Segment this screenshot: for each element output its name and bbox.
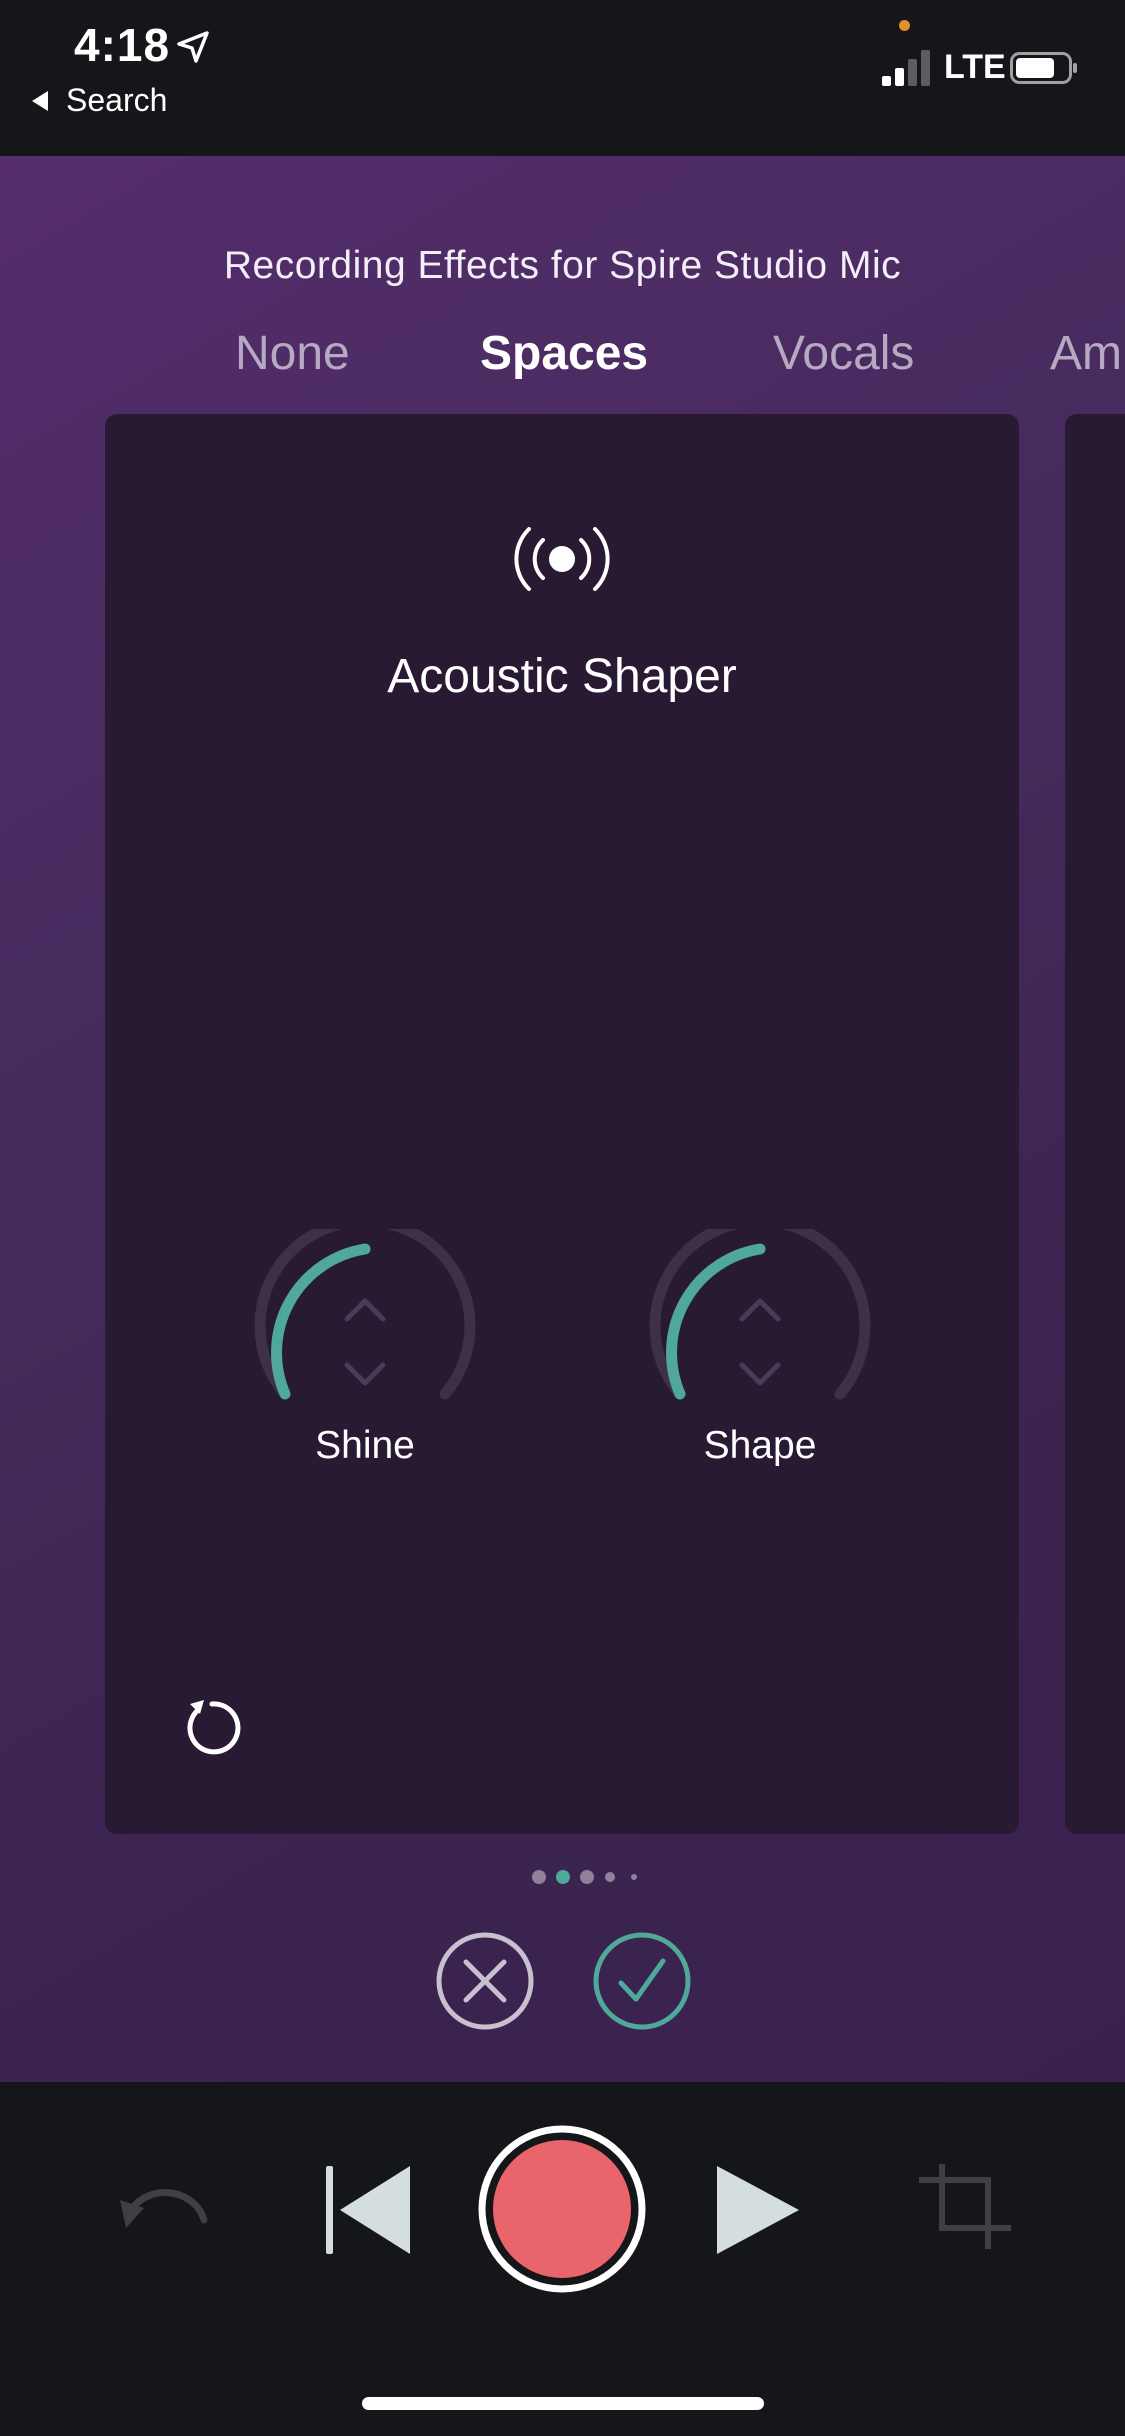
signal-icon — [882, 50, 930, 86]
knob-dial — [649, 1229, 871, 1400]
cancel-button[interactable] — [435, 1931, 535, 2031]
record-button[interactable] — [477, 2124, 647, 2294]
knob-label: Shape — [703, 1424, 817, 1467]
privacy-indicator-dot — [899, 20, 910, 31]
tab-vocals[interactable]: Vocals — [773, 326, 914, 381]
transport-bar — [0, 2082, 1125, 2436]
status-bar: 4:18 Search LTE — [0, 0, 1125, 156]
network-type: LTE — [944, 48, 1006, 86]
effect-card: Acoustic Shaper Shine Shape — [105, 414, 1019, 1834]
battery-icon — [1010, 52, 1077, 84]
skip-back-icon[interactable] — [322, 2162, 414, 2258]
crop-icon[interactable] — [918, 2164, 1012, 2258]
effects-panel: Recording Effects for Spire Studio Mic N… — [0, 156, 1125, 2082]
reset-icon[interactable] — [180, 1694, 244, 1758]
pagination-dot — [532, 1870, 546, 1884]
effect-category-tabs: None Spaces Vocals Amp — [0, 326, 1125, 396]
back-arrow-icon — [32, 90, 48, 111]
home-indicator[interactable] — [362, 2397, 764, 2410]
panel-title: Recording Effects for Spire Studio Mic — [223, 244, 902, 287]
back-link-label: Search — [66, 82, 168, 118]
effect-name: Acoustic Shaper — [387, 650, 737, 703]
screen: 4:18 Search LTE Recording Effects for Sp… — [0, 0, 1125, 2436]
tab-amp[interactable]: Amp — [1050, 326, 1125, 381]
status-time: 4:18 — [74, 19, 171, 71]
next-effect-card[interactable] — [1065, 414, 1125, 1834]
location-arrow-icon — [177, 31, 209, 63]
confirm-button[interactable] — [592, 1931, 692, 2031]
pagination-dot — [605, 1872, 615, 1882]
broadcast-icon — [514, 527, 610, 591]
pagination-dot-active — [556, 1870, 570, 1884]
tab-none[interactable]: None — [235, 326, 350, 381]
play-icon[interactable] — [715, 2162, 801, 2258]
pagination-dot — [580, 1870, 594, 1884]
tab-spaces[interactable]: Spaces — [480, 326, 648, 381]
knob-shine[interactable]: Shine — [250, 1229, 480, 1489]
knob-dial — [254, 1229, 476, 1400]
back-to-search-link[interactable]: Search — [32, 82, 167, 119]
pagination-dots — [0, 1866, 1125, 1886]
knob-shape[interactable]: Shape — [645, 1229, 875, 1489]
knob-label: Shine — [315, 1424, 415, 1467]
undo-icon[interactable] — [112, 2178, 212, 2248]
pagination-dot — [631, 1874, 637, 1880]
